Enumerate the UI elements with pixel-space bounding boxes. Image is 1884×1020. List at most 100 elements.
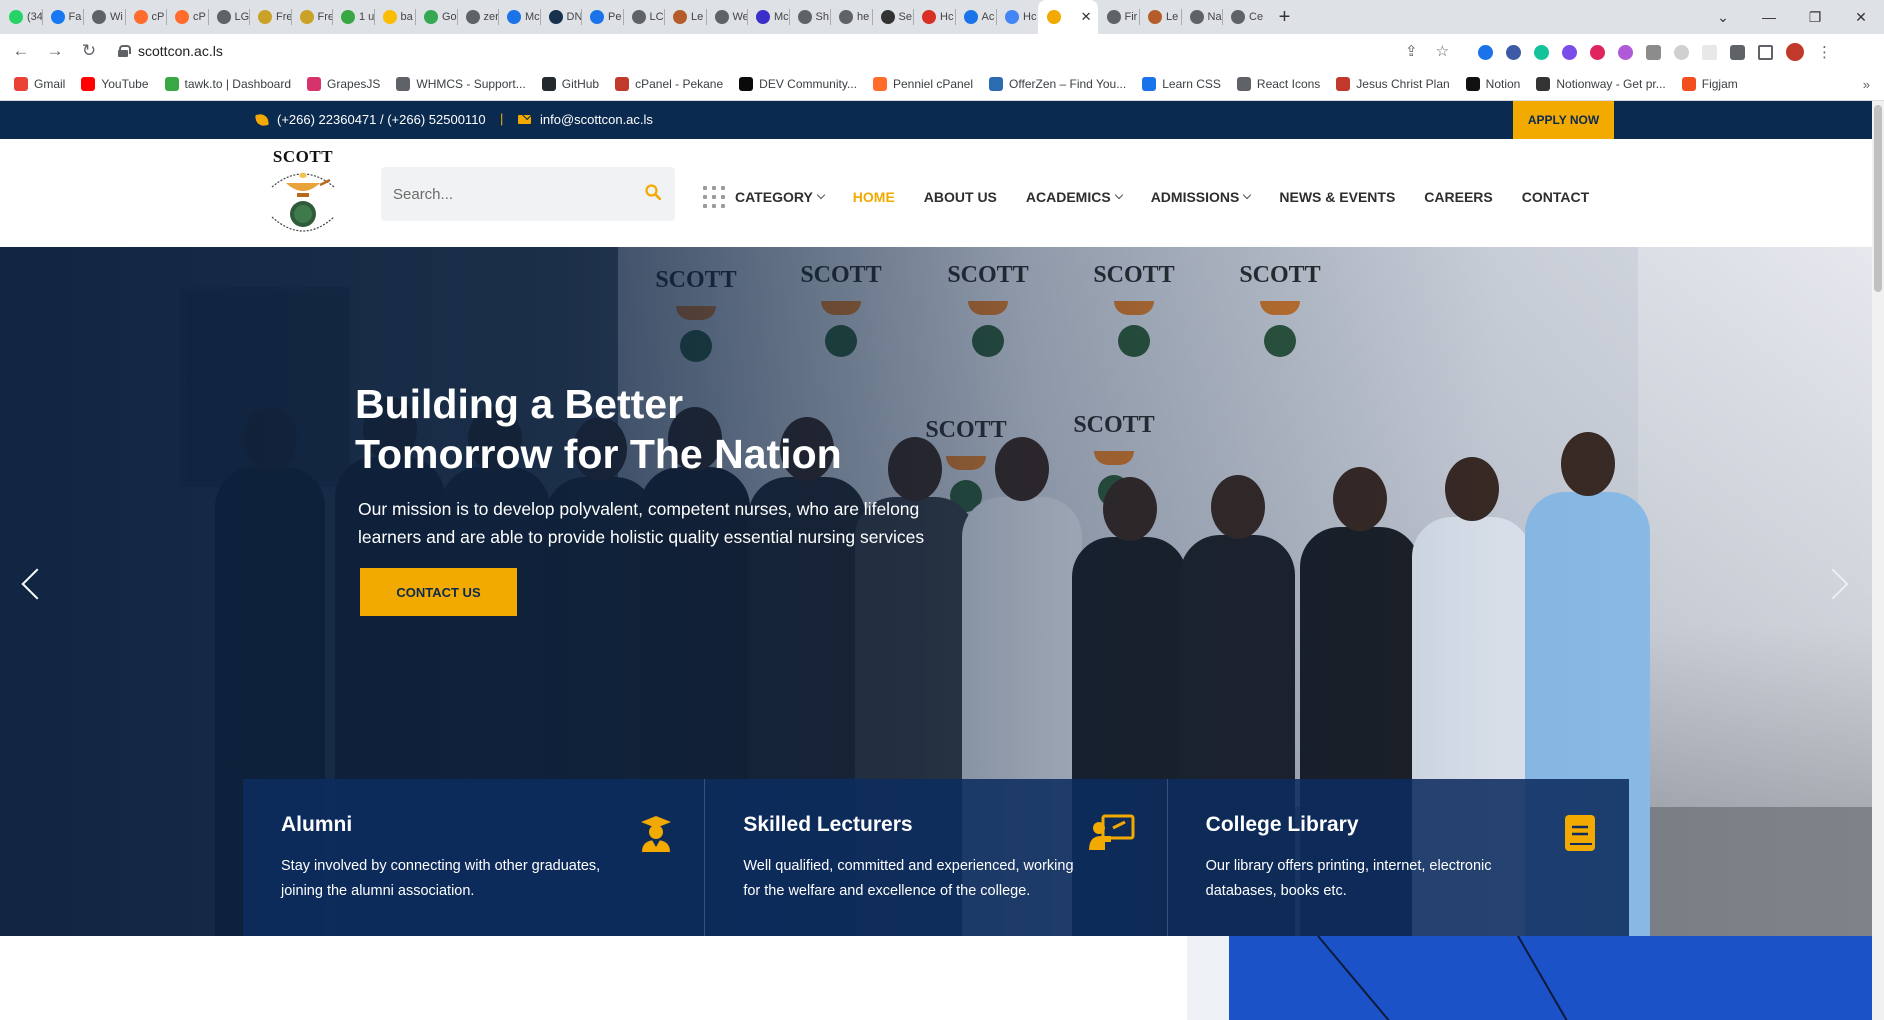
nav-item-admissions[interactable]: ADMISSIONS: [1151, 189, 1252, 205]
profile-avatar[interactable]: [1786, 43, 1804, 61]
browser-tab[interactable]: We: [705, 0, 747, 34]
bookmark-item[interactable]: YouTube: [81, 77, 149, 91]
bookmark-item[interactable]: GitHub: [541, 77, 599, 91]
page-scrollbar[interactable]: [1872, 101, 1884, 1020]
extension-icon[interactable]: [1506, 44, 1521, 60]
close-window-button[interactable]: ✕: [1838, 9, 1884, 26]
nav-item-label[interactable]: HOME: [853, 189, 895, 205]
browser-tab[interactable]: Hc: [913, 0, 955, 34]
browser-tab[interactable]: Go: [415, 0, 457, 34]
reload-button[interactable]: ↻: [76, 41, 102, 61]
category-grid-icon[interactable]: [703, 186, 725, 208]
browser-tab[interactable]: Sh: [788, 0, 831, 34]
bookmark-star-icon[interactable]: ☆: [1436, 42, 1449, 60]
browser-tab[interactable]: Fa: [41, 0, 84, 34]
nav-item-label[interactable]: ABOUT US: [924, 189, 997, 205]
extension-icon[interactable]: [1590, 44, 1605, 60]
browser-tab[interactable]: Ac: [954, 0, 997, 34]
extension-icon[interactable]: [1478, 44, 1493, 60]
feature-card-alumni[interactable]: Alumni Stay involved by connecting with …: [243, 779, 706, 936]
side-panel-icon[interactable]: [1758, 44, 1773, 60]
extension-icon[interactable]: [1562, 44, 1577, 60]
extension-icon[interactable]: [1674, 44, 1689, 60]
nav-item-label[interactable]: ACADEMICS: [1026, 189, 1111, 205]
browser-tab[interactable]: Ce: [1222, 0, 1264, 34]
bookmark-label[interactable]: Notionway - Get pr...: [1556, 77, 1665, 91]
browser-tab[interactable]: zer: [456, 0, 498, 34]
browser-tab[interactable]: LC: [622, 0, 665, 34]
browser-tab[interactable]: ba: [373, 0, 416, 34]
contact-us-button[interactable]: CONTACT US: [360, 568, 517, 616]
nav-item-careers[interactable]: CAREERS: [1424, 189, 1492, 205]
bookmark-item[interactable]: Figjam: [1681, 77, 1738, 91]
nav-item-contact[interactable]: CONTACT: [1522, 189, 1589, 205]
browser-tab[interactable]: Le: [664, 0, 706, 34]
menu-icon[interactable]: ⋮: [1817, 43, 1832, 61]
bookmark-item[interactable]: OfferZen – Find You...: [989, 77, 1126, 91]
search-input[interactable]: [393, 185, 633, 203]
tab-search-icon[interactable]: ⌄: [1700, 9, 1746, 26]
puzzle-icon[interactable]: [1730, 44, 1745, 60]
bookmark-item[interactable]: tawk.to | Dashboard: [164, 77, 292, 91]
browser-tab[interactable]: Na: [1180, 0, 1223, 34]
nav-item-academics[interactable]: ACADEMICS: [1026, 189, 1123, 205]
browser-tab[interactable]: 1 u: [332, 0, 374, 34]
browser-tab[interactable]: cP: [166, 0, 208, 34]
bookmark-label[interactable]: Penniel cPanel: [893, 77, 973, 91]
feature-card-lecturers[interactable]: Skilled Lecturers Well qualified, commit…: [705, 779, 1168, 936]
topbar-email[interactable]: info@scottcon.ac.ls: [518, 112, 653, 127]
address-bar[interactable]: scottcon.ac.ls: [108, 36, 1448, 66]
bookmark-label[interactable]: React Icons: [1257, 77, 1320, 91]
browser-tab[interactable]: Wi: [83, 0, 125, 34]
bookmark-item[interactable]: Learn CSS: [1142, 77, 1221, 91]
bookmark-item[interactable]: WHMCS - Support...: [396, 77, 526, 91]
browser-tab[interactable]: (34: [0, 0, 42, 34]
feature-card-library[interactable]: College Library Our library offers print…: [1167, 779, 1629, 936]
bookmark-label[interactable]: GrapesJS: [327, 77, 380, 91]
college-logo[interactable]: SCOTT: [264, 147, 342, 239]
url-text[interactable]: scottcon.ac.ls: [138, 43, 223, 59]
scrollbar-thumb[interactable]: [1874, 105, 1882, 292]
nav-item-about-us[interactable]: ABOUT US: [924, 189, 997, 205]
nav-item-news-events[interactable]: NEWS & EVENTS: [1279, 189, 1395, 205]
bookmark-label[interactable]: Notion: [1486, 77, 1521, 91]
bookmark-label[interactable]: cPanel - Pekane: [635, 77, 723, 91]
camera-icon[interactable]: [1646, 44, 1661, 60]
tab-close-icon[interactable]: ✕: [1081, 9, 1092, 25]
more-bookmarks-icon[interactable]: »: [1863, 77, 1870, 92]
bookmark-label[interactable]: Jesus Christ Plan: [1356, 77, 1449, 91]
extension-icon[interactable]: [1702, 44, 1717, 60]
search-icon[interactable]: [645, 184, 661, 200]
bookmark-label[interactable]: YouTube: [101, 77, 148, 91]
tab-active[interactable]: ✕: [1037, 0, 1098, 34]
nav-item-label[interactable]: CONTACT: [1522, 189, 1589, 205]
bookmark-item[interactable]: Penniel cPanel: [872, 77, 973, 91]
bookmark-label[interactable]: OfferZen – Find You...: [1009, 77, 1126, 91]
bookmark-item[interactable]: GrapesJS: [307, 77, 380, 91]
lock-icon[interactable]: [118, 45, 131, 57]
browser-tab[interactable]: Le: [1139, 0, 1181, 34]
browser-tab[interactable]: Fir: [1098, 0, 1140, 34]
bookmark-label[interactable]: Gmail: [34, 77, 65, 91]
forward-button[interactable]: →: [42, 41, 68, 61]
back-button[interactable]: ←: [8, 41, 34, 61]
minimize-button[interactable]: —: [1746, 9, 1792, 25]
bookmark-item[interactable]: Notion: [1465, 77, 1521, 91]
nav-item-label[interactable]: NEWS & EVENTS: [1279, 189, 1395, 205]
bookmark-label[interactable]: Figjam: [1702, 77, 1738, 91]
browser-tab[interactable]: Mc: [498, 0, 540, 34]
browser-tab[interactable]: Mc: [747, 0, 789, 34]
browser-tab[interactable]: cP: [124, 0, 167, 34]
bookmark-label[interactable]: tawk.to | Dashboard: [185, 77, 292, 91]
browser-tab[interactable]: LG: [207, 0, 249, 34]
bookmark-item[interactable]: DEV Community...: [739, 77, 857, 91]
nav-item-label[interactable]: CAREERS: [1424, 189, 1492, 205]
grammarly-icon[interactable]: [1534, 44, 1549, 60]
new-tab-button[interactable]: +: [1268, 6, 1302, 29]
browser-tab[interactable]: Pe: [581, 0, 623, 34]
browser-tab[interactable]: he: [830, 0, 872, 34]
nav-item-home[interactable]: HOME: [853, 189, 895, 205]
browser-tab[interactable]: Hc: [996, 0, 1038, 34]
bookmark-item[interactable]: Notionway - Get pr...: [1536, 77, 1666, 91]
nav-category-label[interactable]: CATEGORY: [735, 189, 813, 205]
